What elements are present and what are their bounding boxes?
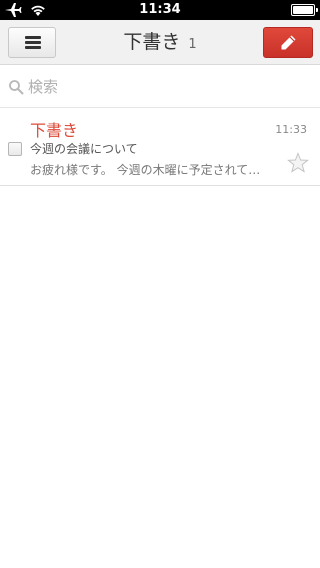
battery-icon <box>291 4 318 16</box>
star-icon[interactable] <box>287 152 309 174</box>
status-bar: 11:34 <box>0 0 320 20</box>
mail-sender: 下書き <box>30 121 79 140</box>
pencil-icon <box>281 35 296 50</box>
select-checkbox[interactable] <box>8 142 22 156</box>
mail-subject: 今週の会議について <box>30 142 138 156</box>
search-input[interactable] <box>28 76 308 98</box>
status-time: 11:34 <box>139 2 181 17</box>
battery-level <box>293 6 313 14</box>
menu-button[interactable] <box>8 27 56 58</box>
app-header: 下書き 1 <box>0 20 320 65</box>
draft-count: 1 <box>188 37 197 52</box>
compose-button[interactable] <box>263 27 313 58</box>
mail-time: 11:33 <box>275 123 307 136</box>
list-item[interactable]: 下書き 11:33 今週の会議について お疲れ様です。 今週の木曜に予定されて… <box>0 109 320 186</box>
search-icon <box>9 80 24 95</box>
search-bar <box>0 66 320 108</box>
mail-snippet: お疲れ様です。 今週の木曜に予定されて… <box>30 163 261 177</box>
page-title: 下書き <box>123 31 181 53</box>
